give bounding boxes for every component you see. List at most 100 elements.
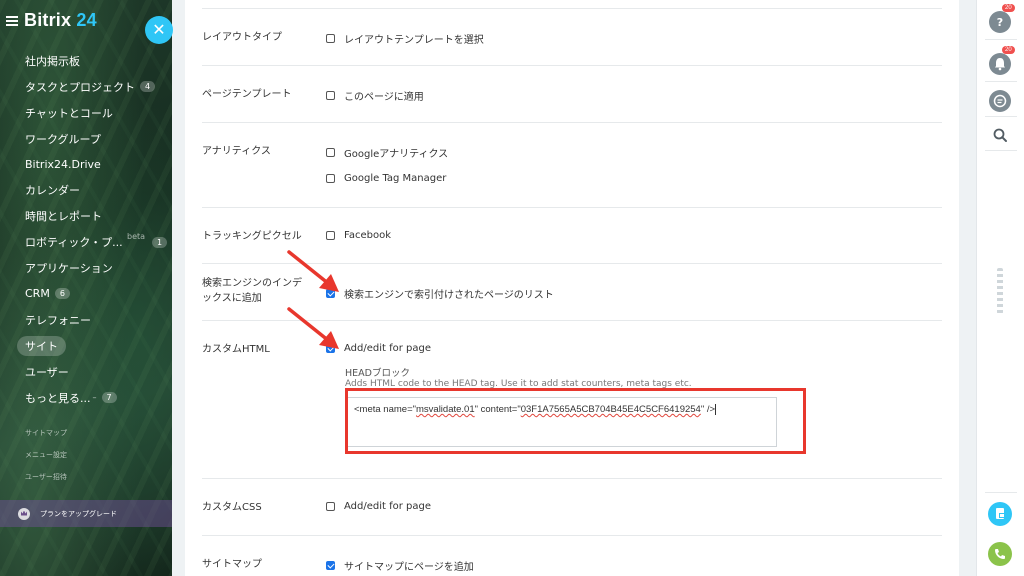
sidebar-item-label: ワークグループ — [25, 132, 101, 146]
close-icon[interactable]: ✕ — [145, 16, 173, 44]
option-label: Google Tag Manager — [344, 173, 447, 184]
sidebar-item-label: 社内掲示板 — [25, 54, 80, 68]
sidebar-item-count: 4 — [140, 81, 156, 93]
crown-icon — [18, 507, 30, 520]
sitemap-row: サイトマップ サイトマップにページを追加 — [202, 535, 942, 576]
upgrade-plan-button[interactable]: プランをアップグレード — [0, 500, 172, 527]
bell-icon — [995, 58, 1005, 71]
annotation-arrow-icon — [287, 250, 339, 292]
search-icon — [993, 128, 1007, 142]
google-tag-manager-option[interactable]: Google Tag Manager — [326, 173, 446, 184]
sidebar: Bitrix 24 社内掲示板 タスクとプロジェクト 4 チャットとコール ワーク… — [0, 0, 172, 576]
sitemap-link[interactable]: サイトマップ — [25, 428, 67, 438]
sidebar-item-label: Bitrix24.Drive — [25, 158, 101, 171]
google-tag-manager-checkbox[interactable] — [326, 174, 335, 183]
search-index-option[interactable]: 検索エンジンで索引付けされたページのリスト — [326, 286, 554, 301]
row-label: ページテンプレート — [202, 89, 292, 100]
main-area: レイアウトタイプ レイアウトテンプレートを選択 ページテンプレート このページに… — [172, 0, 976, 576]
bitrix24-logo[interactable]: Bitrix 24 — [24, 10, 97, 31]
facebook-option[interactable]: Facebook — [326, 230, 391, 241]
right-rail: ? 20 20 — [976, 0, 1024, 576]
sidebar-item-applications[interactable]: アプリケーション — [0, 255, 172, 281]
search-button[interactable] — [989, 124, 1011, 146]
head-block-title: HEADブロック — [345, 368, 410, 379]
sidebar-item-count: 1 — [152, 236, 168, 248]
phone-call-button[interactable] — [988, 542, 1012, 566]
annotation-highlight-box — [345, 388, 806, 454]
apply-to-page-checkbox[interactable] — [326, 91, 335, 100]
question-icon: ? — [997, 16, 1003, 29]
sidebar-item-drive[interactable]: Bitrix24.Drive — [0, 152, 172, 178]
menu-settings-link[interactable]: メニュー設定 — [25, 450, 67, 460]
rail-handle[interactable] — [997, 268, 1003, 314]
sidebar-item-calendar[interactable]: カレンダー — [0, 177, 172, 203]
sidebar-menu: 社内掲示板 タスクとプロジェクト 4 チャットとコール ワークグループ Bitri… — [0, 48, 172, 410]
row-label: レイアウトタイプ — [202, 32, 282, 43]
more-dash: – — [92, 393, 97, 403]
sidebar-item-label: 時間とレポート — [25, 210, 102, 224]
sidebar-item-label: タスクとプロジェクト — [25, 80, 135, 94]
option-label: Facebook — [344, 230, 391, 241]
custom-css-checkbox[interactable] — [326, 502, 335, 511]
notifications-button[interactable]: 20 — [989, 46, 1015, 75]
sidebar-item-label: チャットとコール — [25, 106, 113, 120]
option-label: Add/edit for page — [344, 501, 432, 512]
google-analytics-option[interactable]: Googleアナリティクス — [326, 145, 448, 160]
rail-divider — [985, 81, 1017, 82]
open-lines-button[interactable] — [988, 502, 1012, 526]
sidebar-item-label: ユーザー — [25, 365, 69, 379]
sitemap-option[interactable]: サイトマップにページを追加 — [326, 558, 474, 573]
sidebar-item-label: アプリケーション — [25, 262, 113, 276]
sitemap-checkbox[interactable] — [326, 561, 335, 570]
chat-icon — [993, 94, 1007, 108]
sidebar-item-label: CRM — [25, 287, 50, 301]
sidebar-item-telephony[interactable]: テレフォニー — [0, 307, 172, 333]
svg-text:?: ? — [997, 16, 1003, 29]
facebook-checkbox[interactable] — [326, 231, 335, 240]
invite-users-link[interactable]: ユーザー招待 — [25, 472, 67, 482]
row-label: サイトマップ — [202, 559, 262, 570]
sidebar-item-label: ロボティック・プ... — [25, 236, 123, 250]
rail-divider — [985, 39, 1017, 40]
logo-row: Bitrix 24 — [6, 10, 97, 31]
row-label: トラッキングピクセル — [202, 231, 302, 242]
option-label: Add/edit for page — [344, 343, 432, 354]
hamburger-menu-icon[interactable] — [6, 15, 18, 26]
sidebar-item-tasks[interactable]: タスクとプロジェクト 4 — [0, 74, 172, 100]
sidebar-item-rpa[interactable]: ロボティック・プ... beta 1 — [0, 229, 172, 255]
sidebar-item-label: もっと見る... — [25, 391, 91, 405]
option-label: Googleアナリティクス — [344, 149, 449, 160]
sidebar-item-sites[interactable]: サイト — [0, 333, 172, 359]
phone-icon — [995, 549, 1005, 559]
document-share-icon — [996, 508, 1005, 519]
sidebar-item-time-reports[interactable]: 時間とレポート — [0, 203, 172, 229]
help-button[interactable]: ? 20 — [989, 4, 1015, 33]
layout-type-row: レイアウトタイプ レイアウトテンプレートを選択 — [202, 8, 942, 65]
sidebar-item-label: サイト — [17, 335, 66, 356]
annotation-arrow-icon — [287, 307, 339, 349]
custom-css-row: カスタムCSS Add/edit for page — [202, 478, 942, 535]
rail-divider — [985, 492, 1017, 493]
sidebar-item-workgroups[interactable]: ワークグループ — [0, 126, 172, 152]
sidebar-item-crm[interactable]: CRM 6 — [0, 281, 172, 307]
sidebar-item-label: テレフォニー — [25, 313, 91, 327]
layout-template-checkbox[interactable] — [326, 34, 335, 43]
sidebar-item-count: 6 — [54, 288, 70, 300]
apply-to-page-option[interactable]: このページに適用 — [326, 88, 424, 103]
notifications-badge: 20 — [1002, 46, 1015, 54]
custom-css-option[interactable]: Add/edit for page — [326, 501, 431, 512]
rail-divider — [985, 116, 1017, 117]
page-template-row: ページテンプレート このページに適用 — [202, 65, 942, 122]
sidebar-item-chat[interactable]: チャットとコール — [0, 100, 172, 126]
analytics-row: アナリティクス Googleアナリティクス Google Tag Manager — [202, 122, 942, 207]
beta-badge: beta — [127, 232, 146, 242]
help-badge: 20 — [1002, 4, 1015, 12]
option-label: サイトマップにページを追加 — [344, 562, 474, 573]
sidebar-item-more[interactable]: もっと見る... –7 — [0, 385, 172, 411]
sidebar-item-users[interactable]: ユーザー — [0, 359, 172, 385]
layout-template-option[interactable]: レイアウトテンプレートを選択 — [326, 31, 484, 46]
option-label: レイアウトテンプレートを選択 — [344, 35, 484, 46]
google-analytics-checkbox[interactable] — [326, 148, 335, 157]
sidebar-item-news-feed[interactable]: 社内掲示板 — [0, 48, 172, 74]
messenger-button[interactable] — [989, 90, 1011, 112]
